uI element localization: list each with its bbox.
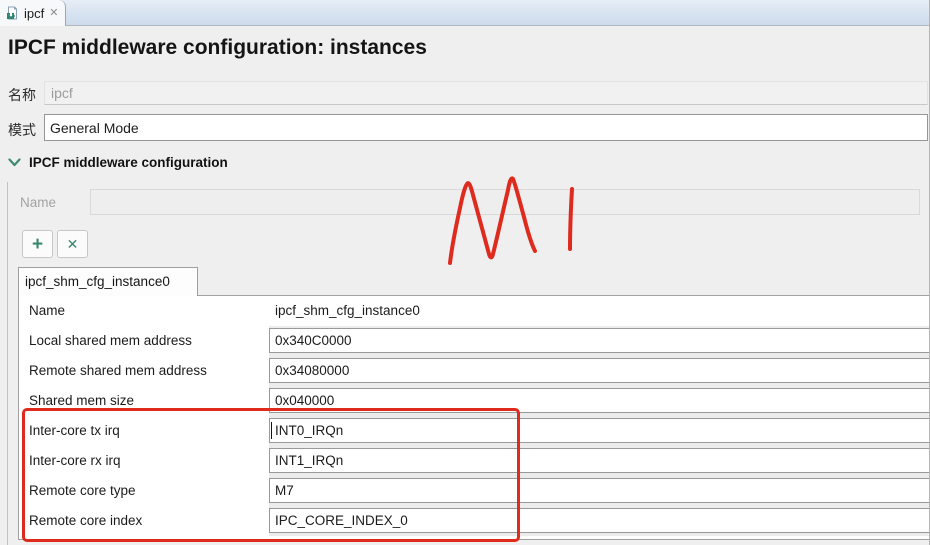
property-label: Local shared mem address bbox=[19, 326, 269, 356]
property-value-cell bbox=[269, 326, 929, 356]
ipcf-config-editor: ipcf ✕ IPCF middleware configuration: in… bbox=[0, 0, 930, 545]
property-value-input[interactable] bbox=[269, 478, 929, 503]
instance-name-label: Name bbox=[20, 195, 57, 210]
editor-tab-bar: ipcf ✕ bbox=[0, 0, 929, 26]
property-value-cell bbox=[269, 386, 929, 416]
section-title: IPCF middleware configuration bbox=[29, 155, 228, 170]
property-value-cell bbox=[269, 416, 929, 446]
section-left-border bbox=[7, 182, 8, 545]
page-title: IPCF middleware configuration: instances bbox=[8, 36, 427, 59]
instance-property-table: Name ipcf_shm_cfg_instance0 Local shared… bbox=[18, 295, 929, 540]
mode-input[interactable] bbox=[44, 114, 928, 141]
property-value-input[interactable] bbox=[269, 448, 929, 473]
add-instance-button[interactable]: + bbox=[22, 230, 53, 258]
property-value-input[interactable] bbox=[269, 328, 929, 353]
chevron-down-icon bbox=[8, 158, 21, 167]
property-value-input[interactable] bbox=[269, 388, 929, 413]
name-field-label: 名称 bbox=[8, 87, 36, 103]
property-value-text: ipcf_shm_cfg_instance0 bbox=[275, 303, 420, 318]
table-row: Remote core index bbox=[19, 506, 929, 536]
table-row: Shared mem size bbox=[19, 386, 929, 416]
property-label: Shared mem size bbox=[19, 386, 269, 416]
table-row: Remote shared mem address bbox=[19, 356, 929, 386]
table-row: Inter-core tx irq bbox=[19, 416, 929, 446]
instance-name-field bbox=[90, 189, 920, 215]
table-row: Remote core type bbox=[19, 476, 929, 506]
name-field: ipcf bbox=[44, 81, 928, 105]
plugin-file-icon bbox=[7, 6, 17, 20]
editor-tab-label: ipcf bbox=[24, 5, 45, 21]
table-row: Name ipcf_shm_cfg_instance0 bbox=[19, 296, 929, 326]
property-label: Remote core type bbox=[19, 476, 269, 506]
close-icon[interactable]: ✕ bbox=[49, 7, 58, 19]
section-header[interactable]: IPCF middleware configuration bbox=[8, 155, 228, 170]
property-value-cell bbox=[269, 446, 929, 476]
instance-tab[interactable]: ipcf_shm_cfg_instance0 bbox=[18, 267, 198, 296]
property-value-input[interactable] bbox=[269, 508, 929, 533]
table-row: Local shared mem address bbox=[19, 326, 929, 356]
property-value-cell: ipcf_shm_cfg_instance0 bbox=[269, 296, 929, 326]
property-value-cell bbox=[269, 356, 929, 386]
editor-tab-ipcf[interactable]: ipcf ✕ bbox=[0, 0, 67, 26]
text-caret bbox=[271, 422, 272, 439]
property-value-input[interactable] bbox=[269, 418, 929, 443]
property-value-cell bbox=[269, 476, 929, 506]
property-label: Remote core index bbox=[19, 506, 269, 536]
property-label: Remote shared mem address bbox=[19, 356, 269, 386]
property-label: Name bbox=[19, 296, 269, 326]
remove-instance-button[interactable]: ✕ bbox=[57, 230, 88, 258]
property-label: Inter-core tx irq bbox=[19, 416, 269, 446]
property-value-input[interactable] bbox=[269, 358, 929, 383]
mode-field-label: 模式 bbox=[8, 122, 36, 138]
table-row: Inter-core rx irq bbox=[19, 446, 929, 476]
property-value-cell bbox=[269, 506, 929, 536]
property-label: Inter-core rx irq bbox=[19, 446, 269, 476]
